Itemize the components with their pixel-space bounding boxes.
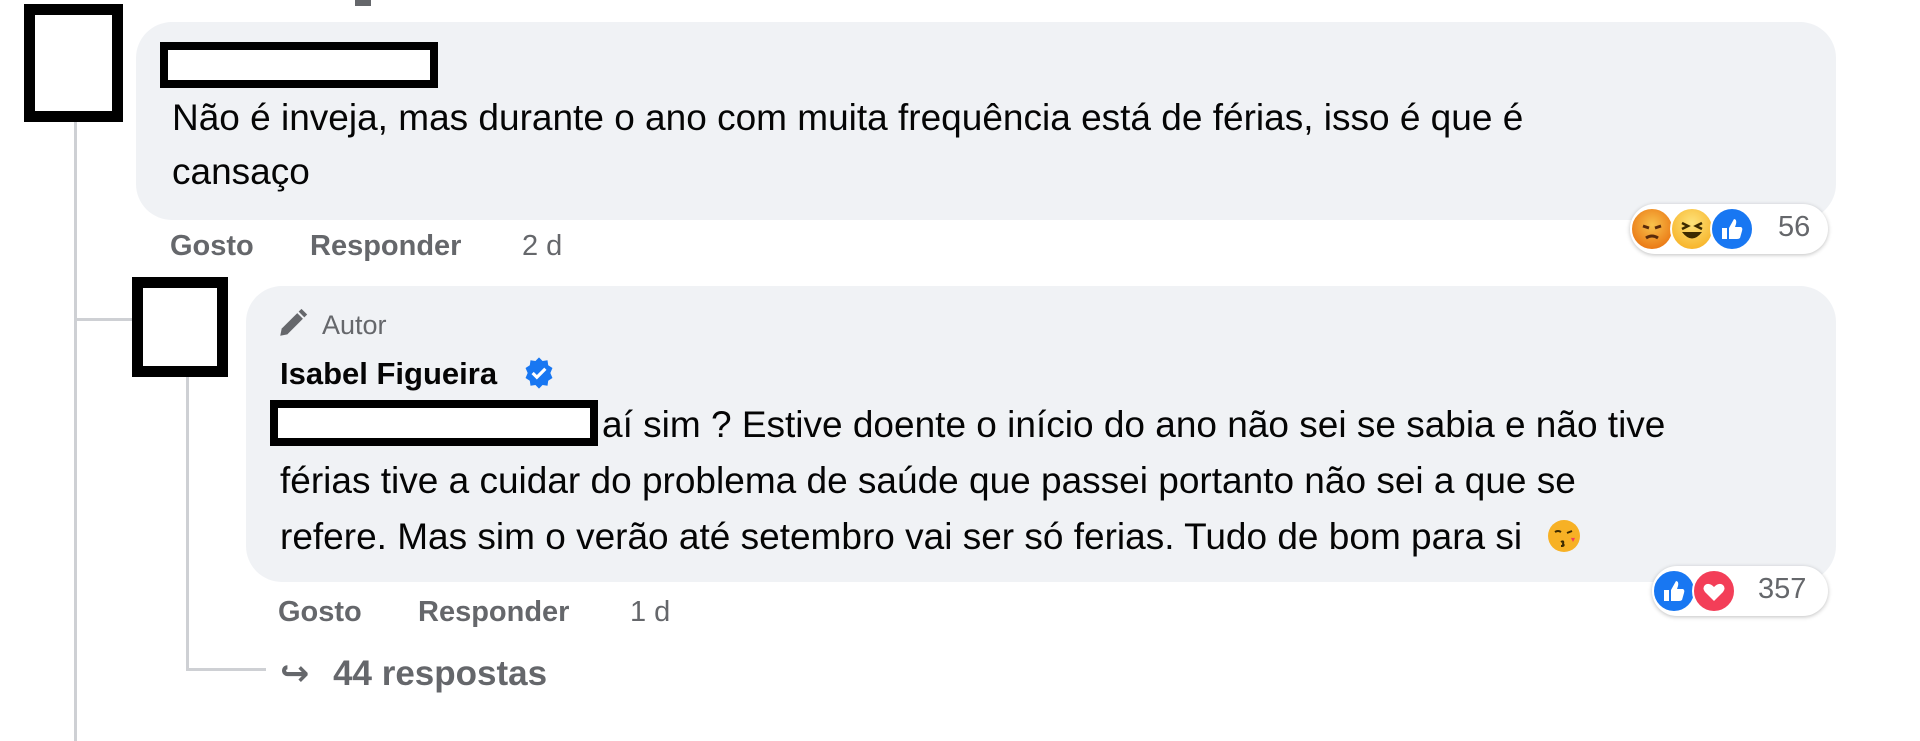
timestamp[interactable]: 2 d — [522, 230, 562, 263]
like-link[interactable]: Gosto — [170, 230, 254, 263]
avatar[interactable] — [24, 4, 123, 122]
thread-line-curve — [74, 318, 134, 321]
comment-text: refere. Mas sim o verão até setembro vai… — [280, 516, 1523, 557]
haha-icon — [1670, 207, 1714, 251]
clipped-text-fragment — [355, 0, 371, 6]
reaction-count: 357 — [1758, 573, 1807, 605]
reaction-count: 56 — [1778, 211, 1811, 243]
like-link[interactable]: Gosto — [278, 596, 362, 629]
timestamp[interactable]: 1 d — [630, 596, 670, 629]
reply-bubble: Autor Isabel Figueira aí sim ? Estive do… — [246, 286, 1836, 582]
view-replies-link[interactable]: ↪ 44 respostas — [280, 654, 547, 694]
kiss-emoji — [1546, 514, 1582, 552]
pencil-icon — [276, 306, 310, 345]
reply-link[interactable]: Responder — [310, 230, 461, 263]
comment-bubble: Não é inveja, mas durante o ano com muit… — [136, 22, 1836, 220]
avatar[interactable] — [132, 277, 228, 377]
comment-text-line: férias tive a cuidar do problema de saúd… — [280, 460, 1576, 501]
thread-line-reply-curve — [186, 668, 266, 671]
comment-text-line: Não é inveja, mas durante o ano com muit… — [172, 97, 1524, 138]
verified-badge-icon — [522, 356, 556, 395]
reply-arrow-icon: ↪ — [280, 654, 310, 693]
love-icon — [1692, 569, 1736, 613]
comment-text-line: refere. Mas sim o verão até setembro vai… — [280, 509, 1582, 564]
like-icon — [1710, 207, 1754, 251]
angry-icon — [1630, 207, 1674, 251]
comment-text-line: cansaço — [172, 151, 310, 192]
reply-link[interactable]: Responder — [418, 596, 569, 629]
thread-line-main — [74, 120, 77, 741]
reactions-summary[interactable]: 357 — [1652, 566, 1828, 616]
redacted-username — [160, 42, 438, 88]
thread-line-reply — [186, 370, 189, 670]
author-name[interactable]: Isabel Figueira — [280, 356, 497, 392]
comment-text-line: aí sim ? Estive doente o início do ano n… — [602, 404, 1666, 445]
reactions-summary[interactable]: 56 — [1630, 204, 1828, 254]
redacted-mention — [270, 400, 598, 446]
like-icon — [1652, 569, 1696, 613]
author-badge: Autor — [322, 310, 387, 340]
replies-count: 44 respostas — [333, 654, 548, 693]
